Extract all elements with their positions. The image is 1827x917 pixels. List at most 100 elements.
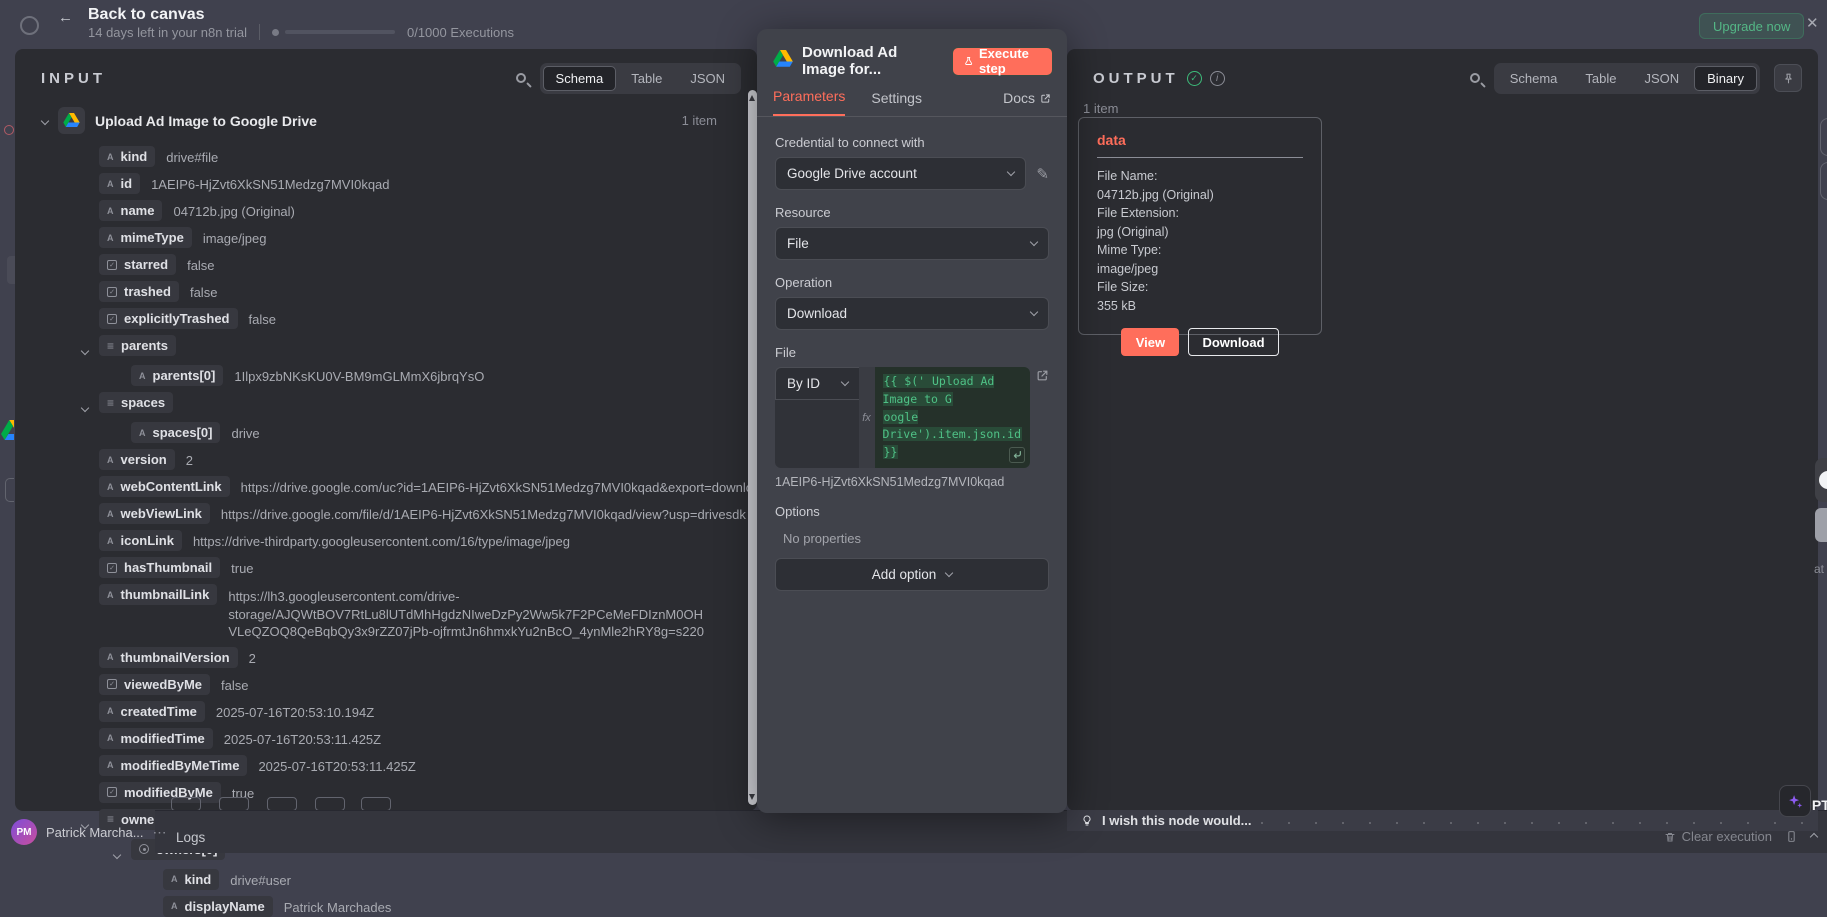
- schema-key-pill[interactable]: modifiedTime: [99, 727, 213, 749]
- search-icon[interactable]: [1469, 73, 1480, 83]
- user-chip[interactable]: PM Patrick Marcha... ⋯: [11, 819, 168, 845]
- docs-link[interactable]: Docs: [1003, 90, 1051, 116]
- file-mode-select[interactable]: By ID: [775, 367, 859, 400]
- schema-key-pill[interactable]: thumbnailLink: [99, 584, 218, 605]
- schema-row[interactable]: kind drive#user: [163, 868, 741, 890]
- schema-key-pill[interactable]: starred: [99, 254, 177, 275]
- schema-key-pill[interactable]: explicitlyTrashed: [99, 308, 238, 329]
- pin-data-button[interactable]: [1774, 64, 1802, 92]
- execute-step-button[interactable]: Execute step: [951, 46, 1053, 76]
- tab-schema[interactable]: Schema: [542, 65, 617, 91]
- node-feedback-strip[interactable]: I wish this node would...: [1067, 810, 1818, 831]
- schema-key-pill[interactable]: name: [99, 200, 163, 221]
- schema-key-pill[interactable]: trashed: [99, 281, 179, 302]
- expand-expression-icon[interactable]: [1009, 447, 1025, 464]
- tab-json[interactable]: JSON: [1631, 66, 1692, 91]
- schema-key-pill[interactable]: spaces[0]: [131, 422, 221, 443]
- schema-row[interactable]: spaces[0] drive: [131, 422, 741, 443]
- schema-key-pill[interactable]: webContentLink: [99, 476, 230, 497]
- schema-row[interactable]: modifiedByMeTime 2025-07-16T20:53:11.425…: [99, 754, 741, 776]
- view-button[interactable]: View: [1121, 328, 1180, 356]
- schema-key-pill[interactable]: iconLink: [99, 530, 182, 551]
- chevron-down-icon[interactable]: [80, 403, 90, 413]
- schema-row[interactable]: name 04712b.jpg (Original): [99, 200, 741, 221]
- schema-row[interactable]: thumbnailVersion 2: [99, 646, 741, 668]
- schema-row[interactable]: iconLink https://drive-thirdparty.google…: [99, 530, 741, 551]
- schema-key-pill[interactable]: modifiedByMeTime: [99, 754, 248, 776]
- schema-row[interactable]: kind drive#file: [99, 146, 741, 167]
- scroll-down-icon[interactable]: [749, 794, 755, 800]
- radio-button-icon[interactable]: [20, 16, 39, 35]
- schema-key-pill[interactable]: parents[0]: [131, 365, 224, 386]
- schema-key-pill[interactable]: createdTime: [99, 700, 205, 722]
- schema-key-pill[interactable]: kind: [99, 146, 156, 167]
- chevron-down-icon[interactable]: [80, 346, 90, 356]
- schema-row[interactable]: trashed false: [99, 281, 741, 302]
- open-expression-icon[interactable]: [1036, 369, 1049, 387]
- scroll-up-icon[interactable]: [749, 95, 755, 101]
- schema-row[interactable]: webContentLink https://drive.google.com/…: [99, 476, 767, 497]
- tab-binary[interactable]: Binary: [1694, 65, 1757, 91]
- schema-row[interactable]: thumbnailLink https://lh3.googleusercont…: [99, 584, 741, 641]
- schema-row[interactable]: mimeType image/jpeg: [99, 227, 741, 248]
- tab-table[interactable]: Table: [618, 66, 675, 91]
- schema-key-pill[interactable]: thumbnailVersion: [99, 646, 238, 668]
- download-button[interactable]: Download: [1188, 328, 1279, 356]
- upgrade-now-button[interactable]: Upgrade now: [1699, 13, 1805, 39]
- schema-key-pill[interactable]: id: [99, 173, 141, 194]
- info-icon[interactable]: i: [1209, 70, 1225, 86]
- schema-row[interactable]: id 1AEIP6-HjZvt6XkSN51Medzg7MVI0kqad: [99, 173, 741, 194]
- credential-select[interactable]: Google Drive account: [775, 157, 1027, 190]
- search-icon[interactable]: [515, 73, 526, 83]
- ai-assistant-button[interactable]: [1779, 785, 1811, 817]
- user-menu-icon[interactable]: ⋯: [153, 824, 168, 841]
- logs-panel-toggle[interactable]: Logs: [176, 830, 205, 845]
- schema-row[interactable]: webViewLink https://drive.google.com/fil…: [99, 503, 746, 524]
- tab-schema[interactable]: Schema: [1497, 66, 1571, 91]
- schema-row[interactable]: createdTime 2025-07-16T20:53:10.194Z: [99, 700, 741, 722]
- add-option-select[interactable]: Add option: [775, 558, 1049, 592]
- schema-row[interactable]: version 2: [99, 449, 741, 470]
- schema-row[interactable]: parents[0] 1Ilpx9zbNKsKU0V-BM9mGLMmX6jbr…: [131, 365, 741, 386]
- pop-out-panel-icon[interactable]: [1785, 830, 1798, 843]
- schema-key-pill[interactable]: webViewLink: [99, 503, 210, 524]
- chevron-down-icon[interactable]: [112, 850, 122, 859]
- schema-row[interactable]: explicitlyTrashed false: [99, 308, 741, 329]
- back-to-canvas-link[interactable]: Back to canvas: [88, 6, 205, 24]
- schema-row[interactable]: displayName Patrick Marchades: [163, 895, 741, 917]
- close-icon[interactable]: ✕: [1806, 14, 1819, 32]
- schema-key-pill[interactable]: hasThumbnail: [99, 557, 221, 578]
- schema-key-pill[interactable]: version: [99, 449, 175, 470]
- schema-key-pill[interactable]: modifiedByMe: [99, 781, 221, 803]
- expression-toggle[interactable]: fx: [858, 367, 875, 469]
- schema-row[interactable]: spaces: [80, 392, 741, 416]
- schema-row[interactable]: hasThumbnail true: [99, 557, 741, 578]
- tab-settings[interactable]: Settings: [871, 90, 922, 116]
- schema-key-pill[interactable]: viewedByMe: [99, 673, 211, 695]
- tab-table[interactable]: Table: [1572, 66, 1629, 91]
- clear-execution-button[interactable]: Clear execution: [1664, 829, 1772, 844]
- schema-key-pill[interactable]: parents: [99, 335, 176, 356]
- tab-json[interactable]: JSON: [677, 66, 738, 91]
- operation-select[interactable]: Download: [775, 297, 1049, 330]
- chevron-up-icon[interactable]: [1809, 832, 1819, 841]
- schema-key-pill[interactable]: displayName: [163, 895, 273, 917]
- schema-row[interactable]: parents: [80, 335, 741, 359]
- schema-row[interactable]: modifiedTime 2025-07-16T20:53:11.425Z: [99, 727, 741, 749]
- edit-credential-icon[interactable]: ✎: [1036, 165, 1049, 183]
- chevron-down-icon[interactable]: [40, 116, 50, 125]
- back-arrow-icon[interactable]: ←: [58, 9, 73, 26]
- resource-select[interactable]: File: [775, 227, 1049, 260]
- schema-row[interactable]: viewedByMe false: [99, 673, 741, 695]
- expression-editor[interactable]: {{ $(' Upload Ad Image to G oogle Drive'…: [874, 367, 1030, 469]
- schema-key-pill[interactable]: kind: [163, 868, 220, 890]
- schema-value: drive#user: [230, 872, 291, 888]
- tab-parameters[interactable]: Parameters: [773, 88, 846, 116]
- schema-row[interactable]: starred false: [99, 254, 741, 275]
- schema-key-pill[interactable]: mimeType: [99, 227, 192, 248]
- schema-key-pill[interactable]: spaces: [99, 392, 174, 413]
- input-scrollbar[interactable]: [748, 90, 757, 805]
- avatar[interactable]: PM: [11, 819, 37, 845]
- source-node-row[interactable]: Upload Ad Image to Google Drive 1 item: [40, 107, 741, 134]
- node-title[interactable]: Download Ad Image for...: [802, 44, 943, 78]
